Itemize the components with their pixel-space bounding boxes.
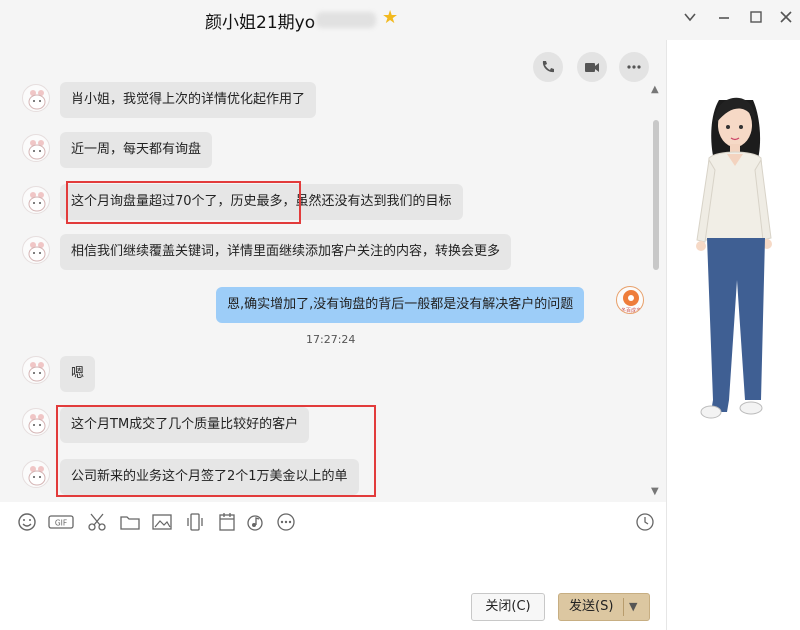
message-bubble[interactable]: 肖小姐，我觉得上次的详情优化起作用了	[60, 82, 317, 118]
calendar-icon[interactable]	[216, 511, 238, 533]
contact-avatar[interactable]	[22, 84, 50, 112]
message-bubble[interactable]: 相信我们继续覆盖关键词，详情里面继续添加客户关注的内容，转换会更多	[60, 234, 512, 270]
chevron-down-icon[interactable]	[680, 9, 700, 29]
star-icon[interactable]: ★	[382, 7, 398, 28]
scrollbar-thumb[interactable]	[653, 120, 659, 270]
title-bar: 颜小姐21期yo ★	[0, 0, 800, 40]
message-input[interactable]	[0, 542, 666, 592]
message-bubble[interactable]: 近一周，每天都有询盘	[60, 132, 213, 168]
close-icon[interactable]	[776, 9, 796, 29]
message-timestamp: 17:27:24	[306, 333, 356, 346]
more-tools-icon[interactable]	[275, 511, 297, 533]
folder-icon[interactable]	[119, 511, 141, 533]
video-call-button[interactable]	[577, 52, 607, 82]
send-button-divider	[623, 598, 624, 616]
my-message-bubble[interactable]: 恩,确实增加了,没有询盘的背后一般都是没有解决客户的问题	[216, 287, 585, 323]
image-icon[interactable]	[151, 511, 173, 533]
send-button[interactable]: 发送(S) ▼	[558, 593, 650, 621]
highlight-box	[56, 405, 376, 497]
svg-text:GIF: GIF	[55, 519, 67, 528]
contact-avatar[interactable]	[22, 134, 50, 162]
contact-avatar[interactable]	[22, 408, 50, 436]
message-bubble[interactable]: 嗯	[60, 356, 96, 392]
phone-icon	[542, 61, 554, 73]
minimize-icon[interactable]	[714, 9, 734, 29]
maximize-icon[interactable]	[746, 9, 766, 29]
contact-avatar[interactable]	[22, 236, 50, 264]
scroll-up-icon[interactable]: ▲	[651, 84, 659, 95]
redacted-name	[316, 12, 376, 28]
highlight-box	[66, 181, 301, 224]
scroll-down-icon[interactable]: ▼	[651, 486, 659, 497]
shake-icon[interactable]	[184, 511, 206, 533]
send-options-chevron-icon[interactable]: ▼	[629, 594, 637, 620]
my-avatar[interactable]: 冬百成多	[616, 286, 644, 314]
gif-icon[interactable]: GIF	[48, 511, 74, 533]
voice-call-button[interactable]	[533, 52, 563, 82]
window-title: 颜小姐21期yo	[205, 13, 316, 33]
character-figure	[696, 97, 772, 419]
history-clock-icon[interactable]	[634, 511, 656, 533]
emoji-icon[interactable]	[16, 511, 38, 533]
contact-show-panel	[666, 40, 800, 630]
contact-avatar[interactable]	[22, 186, 50, 214]
close-button[interactable]: 关闭(C)	[471, 593, 545, 621]
send-button-label: 发送(S)	[569, 599, 614, 614]
music-icon[interactable]	[244, 511, 266, 533]
more-options-button[interactable]	[619, 52, 649, 82]
contact-avatar[interactable]	[22, 460, 50, 488]
scissors-icon[interactable]	[86, 511, 108, 533]
contact-avatar[interactable]	[22, 356, 50, 384]
video-icon	[585, 63, 599, 72]
more-icon	[627, 65, 641, 69]
